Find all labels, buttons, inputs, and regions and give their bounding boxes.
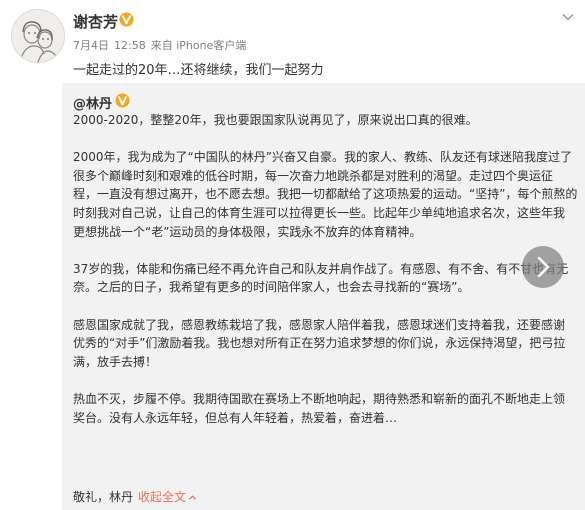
collapse-label: 收起全文 [138,490,187,504]
avatar-sketch-image [12,10,64,62]
signoff-text: 敬礼，林丹 [73,490,134,504]
post-source: 来自 iPhone客户端 [150,39,247,52]
original-post-body: 2000-2020，整整20年，我也要跟国家队说再见了，原来说出口真的很难。 2… [73,111,578,446]
author-avatar[interactable] [11,9,65,63]
signoff-line: 敬礼，林丹 收起全文 [73,488,197,505]
verified-v-icon [119,12,134,27]
original-author-link[interactable]: @林丹 [73,93,112,112]
body-paragraph: 2000年，我为成为了“中国队的林丹”兴奋又自豪。我的家人、教练、队友还有球迷陪… [73,150,578,239]
verified-v-icon [115,93,130,108]
collapse-link[interactable]: 收起全文 [138,490,197,504]
chevron-right-icon [537,256,550,278]
post-time[interactable]: 12:58 [114,39,146,52]
post-date[interactable]: 7月4日 [73,39,109,52]
body-paragraph: 感恩国家成就了我，感恩教练栽培了我，感恩家人陪伴着我，感恩球迷们支持着我，还要感… [73,317,566,369]
body-paragraph: 热血不灭，步履不停。我期待国歌在赛场上不断地响起，期待熟悉和崭新的面孔不断地走上… [73,391,566,425]
repost-card: @林丹 2000-2020，整整20年，我也要跟国家队说再见了，原来说出口真的很… [62,83,585,510]
body-paragraph: 37岁的我，体能和伤痛已经不再允许自己和队友并肩作战了。有感恩、有不舍、有不甘也… [73,261,569,295]
body-paragraph: 2000-2020，整整20年，我也要跟国家队说再见了，原来说出口真的很难。 [73,113,478,127]
post-meta: 7月4日 12:58 来自 iPhone客户端 [73,37,246,53]
author-name[interactable]: 谢杏芳 [73,11,118,32]
chevron-down-icon[interactable] [561,10,575,24]
next-button[interactable] [522,246,564,288]
weibo-post: 谢杏芳 7月4日 12:58 来自 iPhone客户端 一起走过的20年…还将继续，… [0,0,585,510]
chevron-up-icon [188,495,197,500]
post-text: 一起走过的20年…还将继续，我们一起努力 [73,63,324,78]
